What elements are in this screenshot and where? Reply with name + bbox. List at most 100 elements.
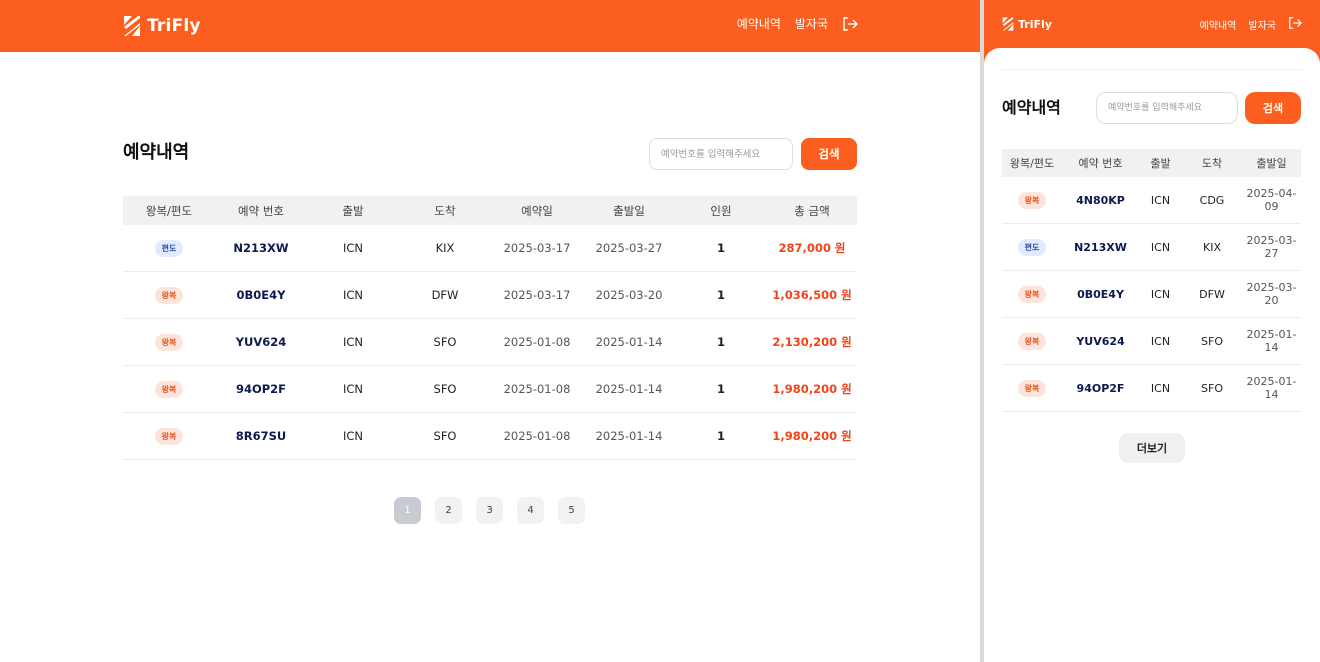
trip-type-cell: 편도 xyxy=(123,239,215,257)
column-header-trip-type: 왕복/편도 xyxy=(145,203,193,218)
arrival-cell: SFO xyxy=(1201,334,1223,348)
page-button-4[interactable]: 4 xyxy=(517,497,544,524)
pnr-cell: 94OP2F xyxy=(235,382,287,396)
departure-cell: ICN xyxy=(342,382,364,396)
depart-date-cell: 2025-01-14 xyxy=(1246,375,1297,401)
depart-date-cell: 2025-01-14 xyxy=(1246,328,1297,354)
nav-footprints-link[interactable]: 발자국 xyxy=(795,15,828,32)
load-more-button[interactable]: 더보기 xyxy=(1119,433,1185,463)
depart-date-cell: 2025-03-27 xyxy=(595,241,663,255)
departure-cell: ICN xyxy=(1150,287,1171,301)
mobile-reservation-table: 왕복/편도 예약 번호 출발 도착 출발일 왕복 4N80KP ICN CDG … xyxy=(1002,149,1301,412)
arrival-cell: SFO xyxy=(1201,381,1223,395)
logout-icon xyxy=(1289,17,1302,29)
trip-type-cell: 왕복 xyxy=(1002,191,1062,209)
departure-cell: ICN xyxy=(342,335,364,349)
top-nav: 예약내역 발자국 xyxy=(737,15,858,32)
trip-type-badge: 왕복 xyxy=(1017,332,1047,350)
pnr-cell: 0B0E4Y xyxy=(1077,287,1124,301)
column-header-booked-date: 예약일 xyxy=(521,203,553,218)
nav-reservations-link[interactable]: 예약내역 xyxy=(1200,17,1237,32)
page-title: 예약내역 xyxy=(1002,98,1061,117)
pnr-cell: YUV624 xyxy=(1076,334,1125,348)
pnr-cell: 0B0E4Y xyxy=(236,288,286,302)
mobile-brand-logo[interactable]: TriFly xyxy=(1002,16,1052,32)
total-price-cell: 2,130,200 원 xyxy=(772,335,852,349)
mobile-top-nav: 예약내역 발자국 xyxy=(1200,16,1302,33)
logout-button[interactable] xyxy=(842,16,858,32)
reservation-search-input[interactable] xyxy=(1096,92,1238,124)
column-header-pnr: 예약 번호 xyxy=(238,203,284,218)
table-row[interactable]: 편도 N213XW ICN KIX 2025-03-17 2025-03-27 … xyxy=(123,225,857,272)
column-header-departure: 출발 xyxy=(1150,157,1171,170)
departure-cell: ICN xyxy=(342,429,364,443)
nav-footprints-link[interactable]: 발자국 xyxy=(1248,17,1276,32)
table-row[interactable]: 왕복 4N80KP ICN CDG 2025-04-09 xyxy=(1002,177,1301,224)
trifly-logo-icon xyxy=(1002,17,1014,31)
table-row[interactable]: 왕복 94OP2F ICN SFO 2025-01-08 2025-01-14 … xyxy=(123,366,857,413)
trip-type-cell: 편도 xyxy=(1002,238,1062,256)
total-price-cell: 1,980,200 원 xyxy=(772,382,852,396)
page-button-5[interactable]: 5 xyxy=(558,497,585,524)
arrival-cell: DFW xyxy=(1199,287,1225,301)
table-row[interactable]: 왕복 YUV624 ICN SFO 2025-01-08 2025-01-14 … xyxy=(123,319,857,366)
booked-date-cell: 2025-03-17 xyxy=(503,288,571,302)
passengers-cell: 1 xyxy=(716,241,725,255)
brand-name: TriFly xyxy=(1018,17,1052,31)
trip-type-badge: 왕복 xyxy=(1017,191,1047,209)
table-row[interactable]: 왕복 8R67SU ICN SFO 2025-01-08 2025-01-14 … xyxy=(123,413,857,460)
table-row[interactable]: 왕복 94OP2F ICN SFO 2025-01-14 xyxy=(1002,365,1301,412)
nav-reservations-link[interactable]: 예약내역 xyxy=(737,15,781,32)
page-button-1[interactable]: 1 xyxy=(394,497,421,524)
mobile-content-card: 예약내역 검색 왕복/편도 예약 번호 출발 도착 출발일 왕복 4N80KP … xyxy=(984,48,1320,662)
departure-cell: ICN xyxy=(1150,193,1171,207)
trifly-logo-icon xyxy=(124,16,140,36)
table-row[interactable]: 왕복 YUV624 ICN SFO 2025-01-14 xyxy=(1002,318,1301,365)
pagination: 1 2 3 4 5 xyxy=(394,497,585,524)
depart-date-cell: 2025-03-20 xyxy=(595,288,663,302)
booked-date-cell: 2025-01-08 xyxy=(503,382,571,396)
pnr-cell: 94OP2F xyxy=(1076,381,1125,395)
brand-logo[interactable]: TriFly xyxy=(123,13,201,39)
page-button-3[interactable]: 3 xyxy=(476,497,503,524)
column-header-arrival: 도착 xyxy=(1201,157,1223,170)
trip-type-cell: 왕복 xyxy=(123,380,215,398)
departure-cell: ICN xyxy=(342,241,364,255)
column-header-departure: 출발 xyxy=(342,203,364,218)
table-header: 왕복/편도 예약 번호 출발 도착 출발일 xyxy=(1002,149,1301,177)
reservation-table: 왕복/편도 예약 번호 출발 도착 예약일 출발일 인원 총 금액 편도 N21… xyxy=(123,196,857,460)
table-row[interactable]: 편도 N213XW ICN KIX 2025-03-27 xyxy=(1002,224,1301,271)
column-header-trip-type: 왕복/편도 xyxy=(1009,157,1055,170)
depart-date-cell: 2025-03-20 xyxy=(1246,281,1297,307)
booked-date-cell: 2025-01-08 xyxy=(503,429,571,443)
logout-button[interactable] xyxy=(1288,16,1302,33)
mobile-view: TriFly 예약내역 발자국 예약내역 검색 왕복/편도 예약 번호 출발 도… xyxy=(984,0,1320,662)
trip-type-cell: 왕복 xyxy=(123,286,215,304)
page-button-2[interactable]: 2 xyxy=(435,497,462,524)
trip-type-badge: 편도 xyxy=(1017,238,1047,256)
arrival-cell: DFW xyxy=(431,288,459,302)
depart-date-cell: 2025-03-27 xyxy=(1246,234,1297,260)
column-header-depart-date: 출발일 xyxy=(613,203,645,218)
table-row[interactable]: 왕복 0B0E4Y ICN DFW 2025-03-20 xyxy=(1002,271,1301,318)
search-button[interactable]: 검색 xyxy=(801,138,857,170)
table-header: 왕복/편도 예약 번호 출발 도착 예약일 출발일 인원 총 금액 xyxy=(123,196,857,225)
header: TriFly 예약내역 발자국 xyxy=(0,0,980,52)
search-button[interactable]: 검색 xyxy=(1245,92,1301,124)
column-header-depart-date: 출발일 xyxy=(1256,157,1287,170)
departure-cell: ICN xyxy=(342,288,364,302)
table-row[interactable]: 왕복 0B0E4Y ICN DFW 2025-03-17 2025-03-20 … xyxy=(123,272,857,319)
depart-date-cell: 2025-01-14 xyxy=(595,429,663,443)
departure-cell: ICN xyxy=(1150,240,1171,254)
trip-type-badge: 왕복 xyxy=(154,380,184,398)
reservation-search-input[interactable] xyxy=(649,138,793,170)
brand-name: TriFly xyxy=(147,16,201,36)
arrival-cell: KIX xyxy=(1203,240,1221,254)
arrival-cell: SFO xyxy=(433,382,457,396)
total-price-cell: 1,980,200 원 xyxy=(772,429,852,443)
pnr-cell: N213XW xyxy=(233,241,289,255)
trip-type-badge: 편도 xyxy=(154,239,184,257)
booked-date-cell: 2025-01-08 xyxy=(503,335,571,349)
departure-cell: ICN xyxy=(1150,334,1171,348)
passengers-cell: 1 xyxy=(716,335,725,349)
